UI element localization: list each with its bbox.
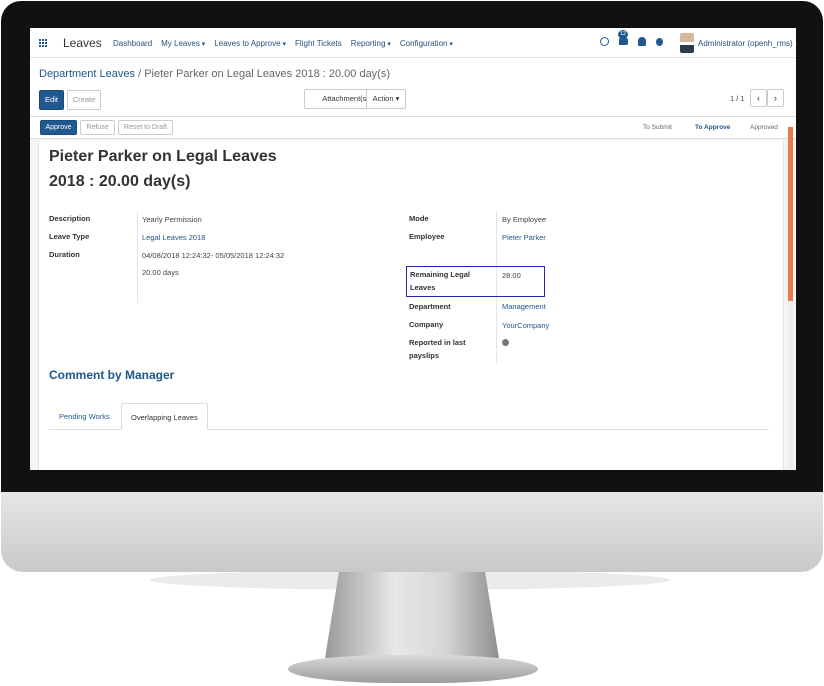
employee-label: Employee — [409, 232, 445, 241]
monitor-frame: Leaves Dashboard My Leaves Leaves to App… — [0, 0, 824, 686]
record-title: Pieter Parker on Legal Leaves 2018 : 20.… — [49, 144, 309, 194]
reset-to-draft-button[interactable]: Reset to Draft — [118, 120, 173, 135]
monitor-stand-base — [288, 655, 538, 683]
breadcrumb-parent[interactable]: Department Leaves — [39, 68, 135, 80]
remaining-legal-leaves-label-line1: Remaining Legal — [410, 270, 471, 279]
employee-link[interactable]: Pieter Parker — [502, 233, 546, 242]
breadcrumb-current: Pieter Parker on Legal Leaves 2018 : 20.… — [144, 68, 391, 80]
systray — [600, 37, 663, 46]
mode-label: Mode — [409, 214, 429, 223]
company-link[interactable]: YourCompany — [502, 321, 549, 330]
description-value: Yearly Permission — [142, 215, 202, 224]
scrollbar-thumb[interactable] — [788, 127, 793, 301]
refuse-button[interactable]: Refuse — [80, 120, 115, 135]
comment-by-manager-title: Comment by Manager — [49, 368, 175, 382]
pager-value: 1 / 1 — [730, 94, 745, 103]
tab-overlapping-leaves[interactable]: Overlapping Leaves — [121, 403, 208, 430]
record-title-line1: Pieter Parker on Legal Leaves — [49, 148, 277, 165]
clock-icon[interactable] — [600, 37, 609, 46]
action-label: Action — [372, 94, 394, 103]
edit-button[interactable]: Edit — [39, 90, 64, 110]
duration-dates: 04/08/2018 12:24:32- 05/05/2018 12:24:32 — [142, 251, 285, 260]
menu-leaves-to-approve[interactable]: Leaves to Approve — [214, 39, 286, 48]
apps-grid-icon[interactable] — [39, 39, 48, 48]
stage-to-submit[interactable]: To Submit — [643, 124, 672, 131]
mode-value: By Employee — [502, 215, 547, 224]
duration-label: Duration — [49, 250, 80, 259]
form-view: Approve Refuse Reset to Draft To Submit … — [30, 116, 796, 470]
company-label: Company — [409, 320, 444, 329]
bug-icon[interactable] — [656, 37, 663, 46]
tab-pending-works[interactable]: Pending Works — [50, 403, 119, 430]
remaining-legal-leaves-value: 28.00 — [502, 271, 521, 280]
user-menu[interactable]: Administrator (openh_rms) — [698, 39, 793, 48]
monitor-stand-neck — [325, 572, 499, 658]
chat-icon[interactable] — [619, 38, 628, 45]
record-title-line2: 2018 : 20.00 day(s) — [49, 173, 191, 190]
department-label: Department — [409, 302, 451, 311]
stage-approved[interactable]: Approved — [750, 124, 778, 131]
reported-in-last-payslips-label-line2: payslips — [409, 351, 440, 360]
status-bar: Approve Refuse Reset to Draft To Submit … — [30, 117, 796, 139]
stage-to-approve[interactable]: To Approve — [695, 124, 730, 131]
remaining-legal-leaves-label-line2: Leaves — [410, 283, 436, 292]
create-button[interactable]: Create — [67, 90, 101, 110]
screen: Leaves Dashboard My Leaves Leaves to App… — [30, 28, 796, 470]
message-count-badge: 12 — [618, 30, 628, 39]
notebook-tabs: Pending Works Overlapping Leaves — [49, 403, 769, 430]
action-dropdown[interactable]: Action ▾ — [366, 89, 406, 109]
approve-button[interactable]: Approve — [40, 120, 77, 135]
user-avatar[interactable] — [680, 33, 694, 53]
menu-dashboard[interactable]: Dashboard — [113, 39, 152, 48]
menu-configuration[interactable]: Configuration — [400, 39, 453, 48]
breadcrumb: Department Leaves / Pieter Parker on Leg… — [39, 68, 390, 80]
menu-flight-tickets[interactable]: Flight Tickets — [295, 39, 342, 48]
monitor-chin — [1, 492, 823, 572]
menu-my-leaves[interactable]: My Leaves — [161, 39, 205, 48]
reported-in-payslips-status-dot — [502, 339, 509, 346]
leave-type-link[interactable]: Legal Leaves 2018 — [142, 233, 205, 242]
form-sheet: Pieter Parker on Legal Leaves 2018 : 20.… — [38, 140, 784, 470]
control-panel: Department Leaves / Pieter Parker on Leg… — [30, 59, 796, 114]
bell-icon[interactable] — [638, 37, 646, 46]
menu-reporting[interactable]: Reporting — [351, 39, 391, 48]
duration-days: 20.00 days — [142, 268, 179, 277]
department-link[interactable]: Management — [502, 302, 546, 311]
top-navbar: Leaves Dashboard My Leaves Leaves to App… — [30, 28, 796, 58]
pager-previous-button[interactable]: ‹ — [750, 89, 767, 107]
breadcrumb-separator: / — [138, 68, 142, 80]
description-label: Description — [49, 214, 91, 223]
attachments-label: Attachment(s) — [322, 94, 369, 103]
pager-next-button[interactable]: › — [767, 89, 784, 107]
app-title: Leaves — [63, 36, 102, 50]
reported-in-last-payslips-label-line1: Reported in last — [409, 338, 466, 347]
main-menu: Dashboard My Leaves Leaves to Approve Fl… — [113, 39, 453, 48]
leave-type-label: Leave Type — [49, 232, 90, 241]
left-group-divider — [137, 211, 138, 303]
